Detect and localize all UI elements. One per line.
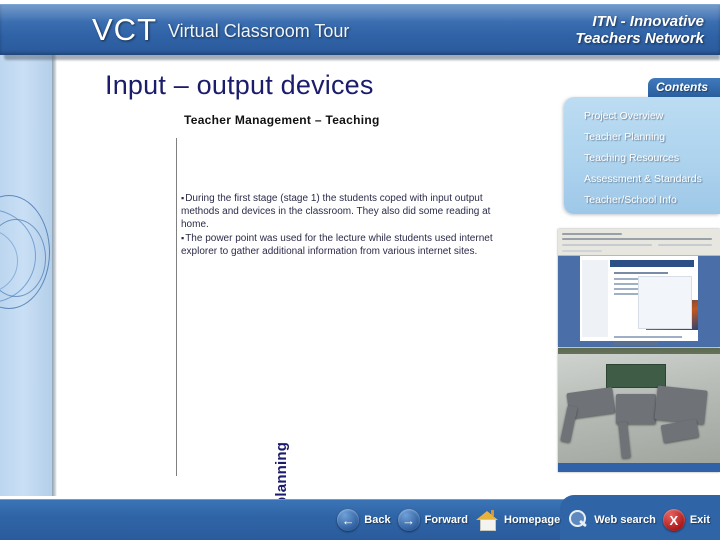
- photo-bottom-strip: [558, 463, 720, 472]
- vertical-divider: [176, 138, 177, 476]
- nav-forward-label: Forward: [424, 514, 468, 526]
- bullet-item: The power point was used for the lecture…: [181, 232, 511, 258]
- nav-back-button[interactable]: ← Back: [337, 509, 391, 531]
- header-bar: VCT Virtual Classroom Tour ITN - Innovat…: [0, 4, 720, 60]
- browser-sidebar: [582, 260, 608, 337]
- bullet-item: During the first stage (stage 1) the stu…: [181, 192, 511, 232]
- nav-websearch-button[interactable]: Web search: [567, 509, 656, 531]
- nav-back-label: Back: [364, 514, 391, 526]
- magnifier-icon: [567, 509, 589, 531]
- nav-homepage-button[interactable]: Homepage: [475, 510, 561, 531]
- presentation-slide: VCT Virtual Classroom Tour ITN - Innovat…: [0, 0, 720, 540]
- side-label-wrapper: Teacher planning: [80, 275, 290, 540]
- nav-homepage-label: Homepage: [504, 514, 561, 526]
- browser-right-column: [638, 276, 692, 329]
- contents-item-project-overview[interactable]: Project Overview: [584, 110, 663, 122]
- decorative-rings-icon: [0, 195, 72, 325]
- header-background: VCT Virtual Classroom Tour ITN - Innovat…: [0, 4, 720, 55]
- vct-logo: VCT: [92, 12, 157, 47]
- itn-brand-line2: Teachers Network: [575, 30, 704, 47]
- itn-brand-line1: ITN - Innovative: [592, 13, 704, 30]
- browser-page: [580, 256, 698, 345]
- photo-circuit-board: [606, 364, 666, 388]
- contents-tab-label: Contents: [656, 80, 708, 94]
- back-arrow-icon: ←: [337, 509, 360, 531]
- browser-chrome: [558, 229, 720, 256]
- contents-panel-body: Project Overview Teacher Planning Teachi…: [564, 97, 720, 214]
- house-icon: [475, 510, 499, 531]
- contents-item-teacher-planning[interactable]: Teacher Planning: [584, 131, 665, 143]
- contents-item-teacher-school-info[interactable]: Teacher/School Info: [584, 194, 677, 206]
- browser-banner: [610, 260, 694, 267]
- forward-arrow-icon: →: [397, 509, 420, 531]
- contents-item-teaching-resources[interactable]: Teaching Resources: [584, 152, 679, 164]
- nav-websearch-label: Web search: [594, 514, 656, 526]
- page-title: Input – output devices: [105, 70, 374, 100]
- thumbnail-browser-screenshot[interactable]: [558, 229, 720, 347]
- body-text: During the first stage (stage 1) the stu…: [181, 192, 511, 258]
- contents-tab[interactable]: Contents: [648, 78, 720, 97]
- page-subtitle: Teacher Management – Teaching: [184, 113, 380, 127]
- contents-panel[interactable]: Project Overview Teacher Planning Teachi…: [556, 78, 720, 218]
- nav-exit-button[interactable]: X Exit: [662, 509, 710, 531]
- vct-logo-subtitle: Virtual Classroom Tour: [168, 21, 350, 41]
- thumbnail-hardware-photo[interactable]: [558, 348, 720, 472]
- contents-item-assessment-standards[interactable]: Assessment & Standards: [584, 173, 702, 185]
- close-x-icon: X: [662, 509, 685, 531]
- nav-exit-label: Exit: [689, 514, 710, 526]
- navigation-bar: ← Back → Forward Homepage Web search X E…: [337, 506, 710, 534]
- nav-forward-button[interactable]: → Forward: [397, 509, 468, 531]
- itn-brand: ITN - Innovative Teachers Network: [575, 13, 704, 47]
